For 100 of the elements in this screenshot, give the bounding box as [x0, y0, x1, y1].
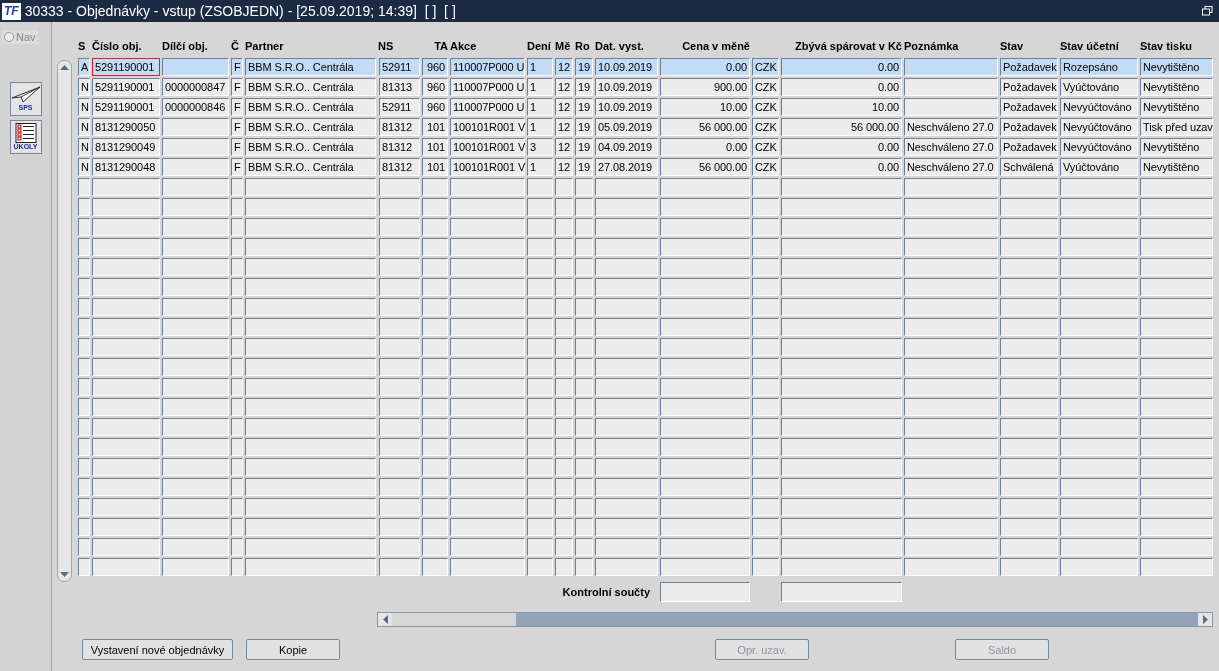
table-cell[interactable]: Neschváleno 27.0: [904, 118, 998, 136]
table-cell[interactable]: [162, 518, 229, 536]
table-cell[interactable]: [379, 338, 420, 356]
table-cell[interactable]: [1000, 398, 1058, 416]
table-cell[interactable]: [92, 558, 160, 576]
table-cell[interactable]: [1140, 398, 1213, 416]
table-cell[interactable]: [1060, 438, 1138, 456]
table-cell[interactable]: [595, 558, 658, 576]
table-cell[interactable]: [231, 378, 243, 396]
table-cell[interactable]: 110007P000 U: [450, 58, 525, 76]
table-cell[interactable]: A: [78, 58, 90, 76]
table-cell[interactable]: [527, 298, 553, 316]
table-cell[interactable]: [781, 338, 902, 356]
table-cell[interactable]: [162, 158, 229, 176]
table-cell[interactable]: [904, 218, 998, 236]
table-cell[interactable]: [162, 318, 229, 336]
table-cell[interactable]: [422, 378, 448, 396]
table-cell[interactable]: [245, 338, 376, 356]
table-cell[interactable]: Požadavek: [1000, 98, 1058, 116]
table-cell[interactable]: 81312: [379, 158, 420, 176]
table-cell[interactable]: [422, 558, 448, 576]
table-cell[interactable]: [245, 258, 376, 276]
table-cell[interactable]: [422, 338, 448, 356]
table-cell[interactable]: [527, 458, 553, 476]
table-cell[interactable]: 12: [555, 98, 573, 116]
table-cell[interactable]: [781, 178, 902, 196]
table-cell[interactable]: 19: [575, 138, 593, 156]
table-cell[interactable]: [1060, 218, 1138, 236]
table-cell[interactable]: [245, 518, 376, 536]
vertical-scrollbar[interactable]: [57, 60, 72, 582]
table-cell[interactable]: [752, 218, 779, 236]
table-cell[interactable]: BBM S.R.O.. Centrála: [245, 58, 376, 76]
table-cell[interactable]: [422, 298, 448, 316]
table-cell[interactable]: [78, 278, 90, 296]
table-cell[interactable]: [245, 358, 376, 376]
table-cell[interactable]: [575, 538, 593, 556]
table-cell[interactable]: [162, 438, 229, 456]
table-cell[interactable]: F: [231, 98, 243, 116]
table-cell[interactable]: [660, 398, 750, 416]
table-cell[interactable]: [752, 198, 779, 216]
table-cell[interactable]: [162, 538, 229, 556]
table-cell[interactable]: CZK: [752, 98, 779, 116]
table-cell[interactable]: 19: [575, 58, 593, 76]
table-cell[interactable]: [575, 518, 593, 536]
table-cell[interactable]: [92, 278, 160, 296]
table-cell[interactable]: 110007P000 U: [450, 98, 525, 116]
table-cell[interactable]: [162, 498, 229, 516]
table-cell[interactable]: [422, 278, 448, 296]
table-cell[interactable]: [575, 498, 593, 516]
table-cell[interactable]: [231, 318, 243, 336]
table-cell[interactable]: [92, 198, 160, 216]
table-cell[interactable]: [1000, 558, 1058, 576]
table-cell[interactable]: [752, 538, 779, 556]
table-cell[interactable]: [1000, 378, 1058, 396]
table-cell[interactable]: [450, 478, 525, 496]
table-cell[interactable]: [162, 558, 229, 576]
table-cell[interactable]: [575, 238, 593, 256]
table-cell[interactable]: [379, 318, 420, 336]
table-cell[interactable]: [781, 318, 902, 336]
table-cell[interactable]: [904, 478, 998, 496]
table-cell[interactable]: [92, 298, 160, 316]
table-cell[interactable]: [1000, 318, 1058, 336]
table-cell[interactable]: [379, 538, 420, 556]
table-cell[interactable]: [1140, 198, 1213, 216]
table-cell[interactable]: [1140, 298, 1213, 316]
table-cell[interactable]: [1060, 298, 1138, 316]
table-cell[interactable]: [450, 398, 525, 416]
table-cell[interactable]: [904, 558, 998, 576]
table-cell[interactable]: [555, 278, 573, 296]
table-cell[interactable]: [781, 478, 902, 496]
table-cell[interactable]: [904, 358, 998, 376]
table-cell[interactable]: [450, 198, 525, 216]
table-cell[interactable]: [450, 258, 525, 276]
table-cell[interactable]: [904, 258, 998, 276]
table-cell[interactable]: [422, 358, 448, 376]
table-cell[interactable]: [781, 518, 902, 536]
table-cell[interactable]: [527, 338, 553, 356]
table-cell[interactable]: [781, 378, 902, 396]
table-cell[interactable]: CZK: [752, 78, 779, 96]
table-cell[interactable]: 0.00: [781, 78, 902, 96]
table-cell[interactable]: [1060, 458, 1138, 476]
table-cell[interactable]: [379, 458, 420, 476]
table-cell[interactable]: [245, 478, 376, 496]
table-cell[interactable]: [78, 398, 90, 416]
table-cell[interactable]: [450, 378, 525, 396]
table-cell[interactable]: [595, 498, 658, 516]
table-cell[interactable]: 56 000.00: [660, 118, 750, 136]
scroll-right-icon[interactable]: [1202, 615, 1208, 624]
table-cell[interactable]: [245, 398, 376, 416]
table-cell[interactable]: [595, 358, 658, 376]
table-cell[interactable]: [575, 178, 593, 196]
table-cell[interactable]: 10.00: [781, 98, 902, 116]
copy-button[interactable]: Kopie: [246, 639, 340, 660]
table-cell[interactable]: [555, 258, 573, 276]
table-cell[interactable]: Nevytištěno: [1140, 138, 1213, 156]
table-cell[interactable]: [1140, 218, 1213, 236]
table-cell[interactable]: [527, 198, 553, 216]
table-cell[interactable]: 19: [575, 158, 593, 176]
table-cell[interactable]: [379, 278, 420, 296]
table-cell[interactable]: [245, 178, 376, 196]
